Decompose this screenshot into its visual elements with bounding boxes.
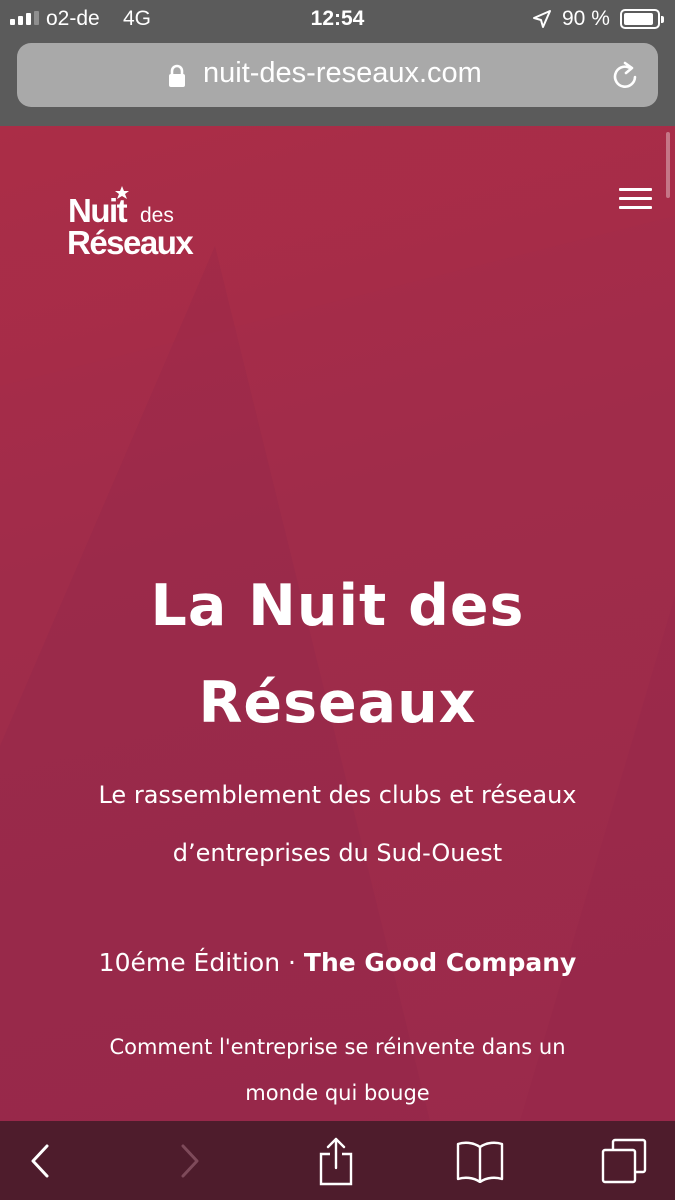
- browser-toolbar: [0, 1121, 675, 1200]
- hero-subtitle: Le rassemblement des clubs et réseaux d’…: [40, 766, 635, 882]
- back-icon[interactable]: [10, 1133, 70, 1189]
- hero-tagline-line-2: monde qui bouge: [245, 1081, 430, 1105]
- page-title: La Nuit des Réseaux: [40, 558, 635, 752]
- forward-icon[interactable]: [160, 1133, 220, 1189]
- logo-text-reseaux: Réseaux: [67, 224, 194, 261]
- edition-name: The Good Company: [303, 948, 577, 977]
- page-title-line-1: La Nuit des: [150, 573, 525, 639]
- battery-icon: [620, 9, 664, 29]
- location-arrow-icon: [533, 10, 551, 28]
- bookmarks-icon[interactable]: [450, 1133, 510, 1189]
- tabs-icon[interactable]: [594, 1133, 654, 1189]
- hero-subtitle-line-1: Le rassemblement des clubs et réseaux: [98, 781, 577, 809]
- edition-number: 10éme Édition: [98, 948, 281, 977]
- browser-address-area: nuit-des-reseaux.com: [0, 38, 675, 126]
- hero-subtitle-line-2: d’entreprises du Sud-Ouest: [172, 839, 503, 867]
- url-text[interactable]: nuit-des-reseaux.com: [203, 57, 482, 90]
- edition-line: 10éme Édition · The Good Company: [20, 948, 655, 977]
- lock-icon: [169, 64, 185, 87]
- edition-separator: ·: [288, 948, 296, 977]
- reload-icon[interactable]: [611, 61, 641, 91]
- scroll-indicator[interactable]: [666, 132, 670, 198]
- battery-level-fill: [624, 13, 653, 25]
- address-bar[interactable]: nuit-des-reseaux.com: [17, 43, 658, 107]
- share-icon[interactable]: [306, 1133, 366, 1189]
- page-title-line-2: Réseaux: [198, 670, 477, 736]
- status-bar: o2-de 4G 12:54 90 %: [0, 0, 675, 38]
- hamburger-menu-icon[interactable]: [619, 186, 655, 212]
- web-page: Nuit des Réseaux La Nuit des Réseaux Le …: [0, 126, 675, 1121]
- hero-tagline: Comment l'entreprise se réinvente dans u…: [60, 1024, 615, 1116]
- battery-percent: 90 %: [562, 7, 610, 30]
- site-logo[interactable]: Nuit des Réseaux: [34, 172, 224, 288]
- hero-tagline-line-1: Comment l'entreprise se réinvente dans u…: [109, 1035, 566, 1059]
